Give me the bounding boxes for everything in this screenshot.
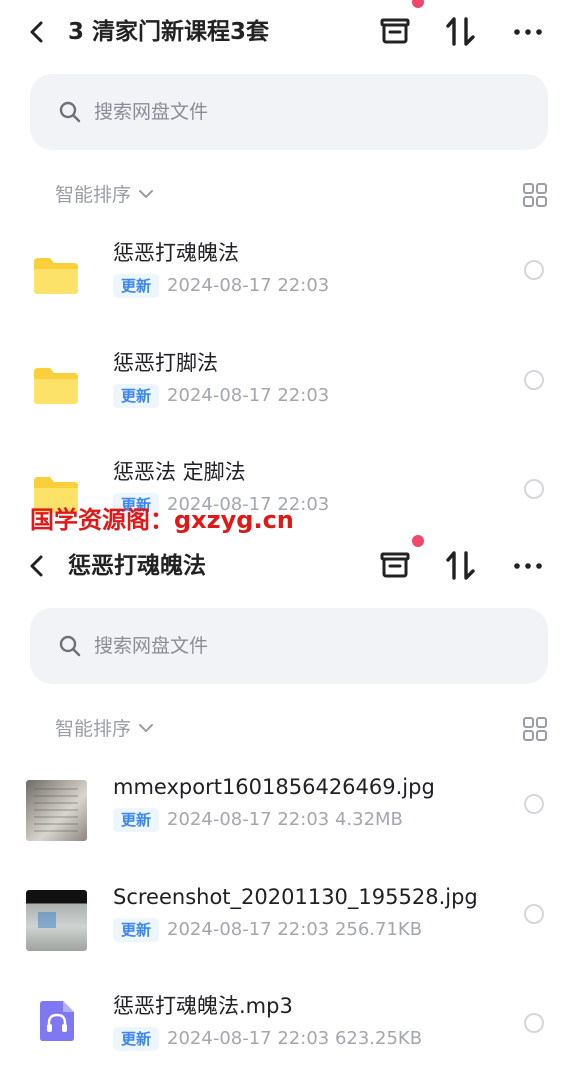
- file-date-size: 2024-08-17 22:03 623.25KB: [167, 1028, 423, 1049]
- select-radio[interactable]: [524, 370, 544, 390]
- watermark: 国学资源阁：gxzyg.cn: [30, 506, 294, 534]
- search-input[interactable]: 搜索网盘文件: [30, 74, 548, 150]
- file-name: 惩恶打魂魄法: [113, 241, 239, 265]
- header: 惩恶打魂魄法: [0, 534, 562, 598]
- audio-file-icon: [40, 1001, 74, 1041]
- sort-arrows-icon[interactable]: [443, 14, 479, 50]
- select-radio[interactable]: [524, 260, 544, 280]
- file-meta: 更新 2024-08-17 22:03 4.32MB: [113, 808, 403, 834]
- update-badge: 更新: [113, 808, 160, 832]
- search-placeholder: 搜索网盘文件: [94, 635, 209, 657]
- image-thumbnail: [26, 890, 87, 951]
- back-arrow-icon[interactable]: [24, 16, 52, 48]
- update-badge: 更新: [113, 918, 160, 942]
- chevron-down-icon[interactable]: [137, 719, 155, 737]
- back-arrow-icon[interactable]: [24, 550, 52, 582]
- image-thumbnail: [26, 780, 87, 841]
- notification-dot: [412, 535, 424, 547]
- grid-view-icon[interactable]: [522, 716, 548, 742]
- list-item[interactable]: 惩恶打魂魄法 更新 2024-08-17 22:03: [0, 238, 562, 338]
- file-meta: 更新 2024-08-17 22:03 623.25KB: [113, 1027, 422, 1053]
- search-icon: [59, 101, 81, 123]
- update-badge: 更新: [113, 274, 160, 298]
- sort-dropdown[interactable]: 智能排序: [55, 182, 131, 208]
- file-date-size: 2024-08-17 22:03 256.71KB: [167, 919, 423, 940]
- chevron-down-icon[interactable]: [137, 185, 155, 203]
- sort-bar: 智能排序: [0, 178, 562, 212]
- folder-icon: [34, 368, 78, 404]
- search-placeholder: 搜索网盘文件: [94, 101, 209, 123]
- select-radio[interactable]: [524, 794, 544, 814]
- grid-view-icon[interactable]: [522, 182, 548, 208]
- file-date: 2024-08-17 22:03: [167, 275, 330, 296]
- header: 3 清家门新课程3套: [0, 0, 562, 64]
- sort-arrows-icon[interactable]: [443, 548, 479, 584]
- file-meta: 更新 2024-08-17 22:03 256.71KB: [113, 918, 422, 944]
- update-badge: 更新: [113, 1027, 160, 1051]
- file-name: 惩恶法 定脚法: [113, 460, 246, 484]
- more-dots-icon[interactable]: [510, 14, 546, 50]
- folder-list-screen-top: 3 清家门新课程3套 搜索网盘文件 智能排序 惩恶打魂魄法 更新 2024-08…: [0, 0, 562, 534]
- page-title: 惩恶打魂魄法: [68, 553, 206, 579]
- select-radio[interactable]: [524, 904, 544, 924]
- file-meta: 更新 2024-08-17 22:03: [113, 384, 329, 410]
- more-dots-icon[interactable]: [510, 548, 546, 584]
- box-icon[interactable]: [377, 548, 413, 584]
- search-input[interactable]: 搜索网盘文件: [30, 608, 548, 684]
- list-item[interactable]: Screenshot_20201130_195528.jpg 更新 2024-08…: [0, 882, 562, 982]
- sort-dropdown[interactable]: 智能排序: [55, 716, 131, 742]
- file-name: 惩恶打魂魄法.mp3: [113, 994, 293, 1018]
- page-title: 3 清家门新课程3套: [68, 19, 270, 45]
- update-badge: 更新: [113, 384, 160, 408]
- search-icon: [59, 635, 81, 657]
- select-radio[interactable]: [524, 479, 544, 499]
- file-meta: 更新 2024-08-17 22:03: [113, 274, 329, 300]
- select-radio[interactable]: [524, 1013, 544, 1033]
- file-name: 惩恶打脚法: [113, 351, 218, 375]
- file-date: 2024-08-17 22:03: [167, 385, 330, 406]
- file-date-size: 2024-08-17 22:03 4.32MB: [167, 809, 403, 830]
- notification-dot: [412, 0, 424, 8]
- file-name: mmexport1601856426469.jpg: [113, 775, 435, 799]
- list-item[interactable]: 惩恶打脚法 更新 2024-08-17 22:03: [0, 348, 562, 448]
- list-item[interactable]: 惩恶打魂魄法.mp3 更新 2024-08-17 22:03 623.25KB: [0, 991, 562, 1080]
- sort-bar: 智能排序: [0, 712, 562, 746]
- file-name: Screenshot_20201130_195528.jpg: [113, 885, 478, 909]
- box-icon[interactable]: [377, 14, 413, 50]
- list-item[interactable]: mmexport1601856426469.jpg 更新 2024-08-17 2…: [0, 772, 562, 872]
- folder-icon: [34, 258, 78, 294]
- folder-list-screen-bottom: 惩恶打魂魄法 搜索网盘文件 智能排序 mmexport1601856426469…: [0, 534, 562, 1080]
